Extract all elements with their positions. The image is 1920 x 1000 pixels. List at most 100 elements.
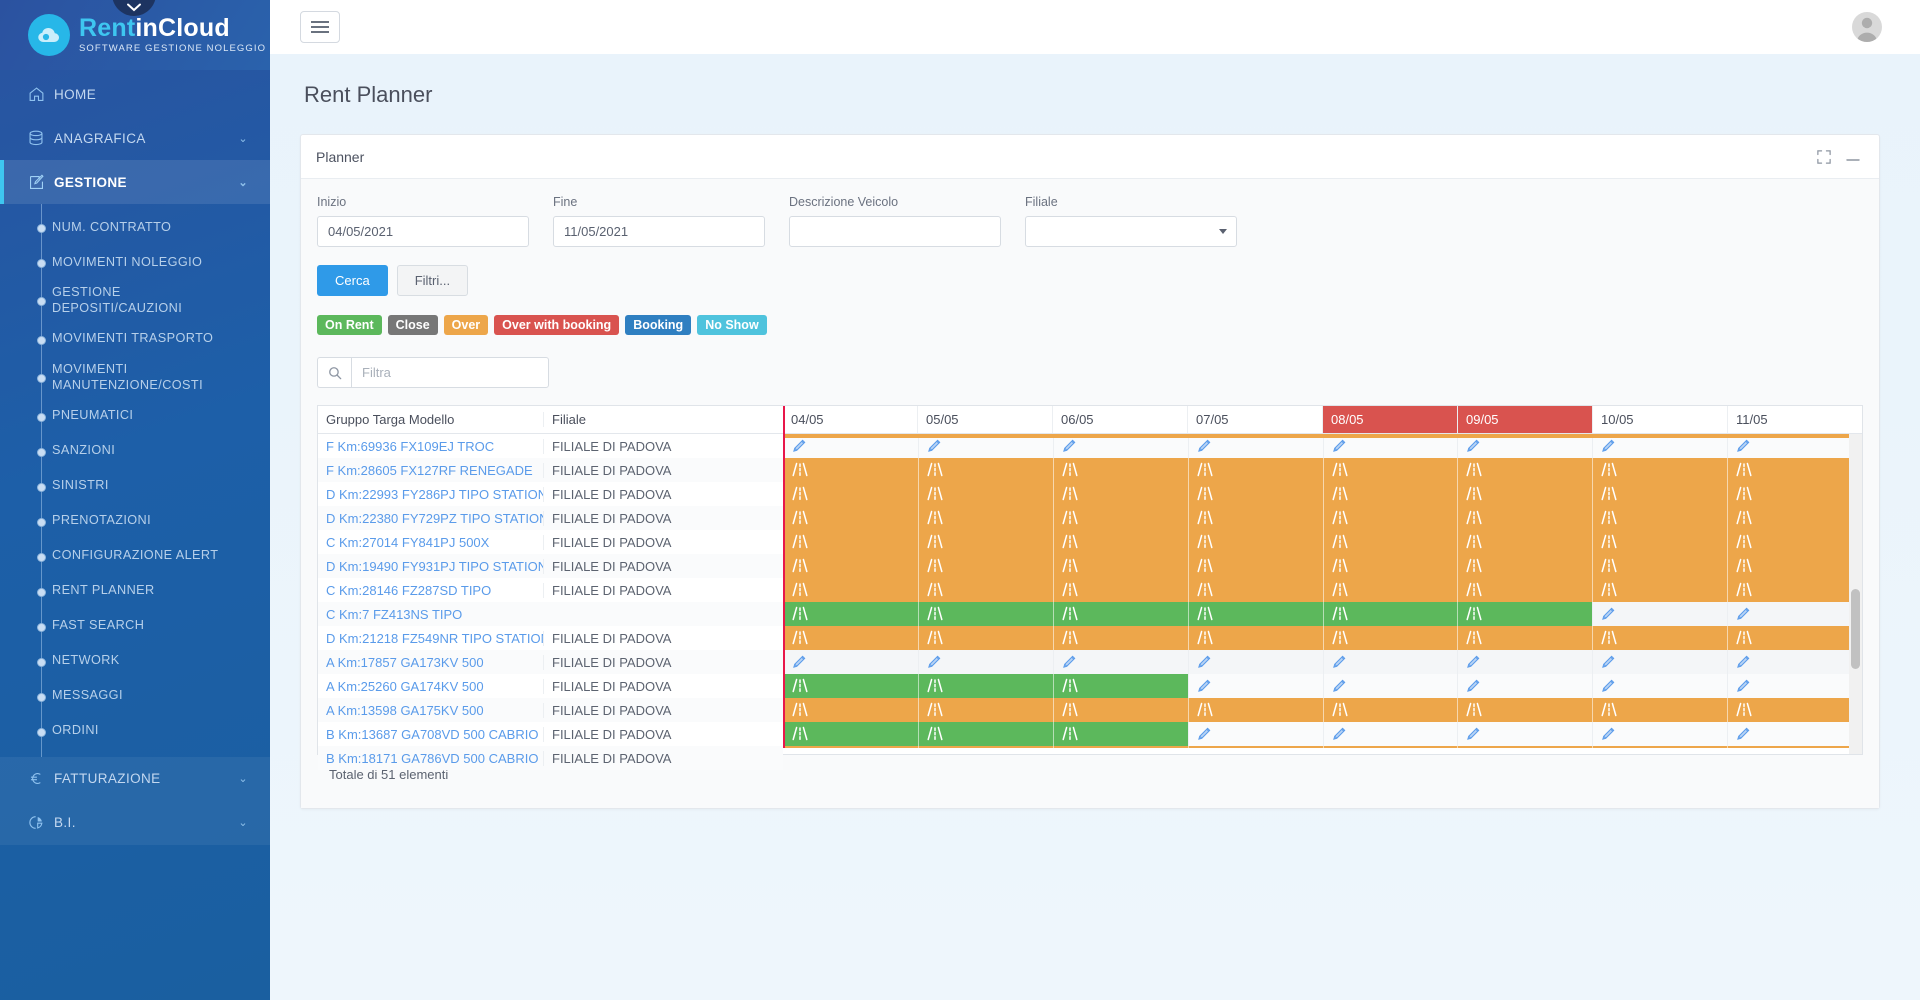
sidebar-item-movimenti-trasporto[interactable]: MOVIMENTI TRASPORTO bbox=[0, 322, 270, 357]
planner-cell-over[interactable] bbox=[917, 578, 1053, 602]
planner-cell-over[interactable] bbox=[1187, 554, 1323, 578]
pencil-icon[interactable] bbox=[1736, 654, 1751, 671]
row-model-link[interactable]: D Km:22993 FY286PJ TIPO STATION WAG bbox=[318, 487, 543, 502]
pencil-icon[interactable] bbox=[1601, 726, 1616, 743]
planner-cell-over[interactable] bbox=[1457, 578, 1593, 602]
sidebar-item-fatturazione[interactable]: FATTURAZIONE ⌄ bbox=[0, 756, 270, 801]
planner-cell-over[interactable] bbox=[1592, 506, 1728, 530]
avatar[interactable] bbox=[1852, 12, 1882, 42]
sidebar-item-prenotazioni[interactable]: PRENOTAZIONI bbox=[0, 504, 270, 539]
row-model-link[interactable]: C Km:27014 FY841PJ 500X bbox=[318, 535, 543, 550]
row-model-link[interactable]: A Km:17857 GA173KV 500 bbox=[318, 655, 543, 670]
planner-cell-empty[interactable] bbox=[1322, 674, 1458, 698]
planner-cell-over[interactable] bbox=[1322, 458, 1458, 482]
planner-cell-over[interactable] bbox=[1592, 626, 1728, 650]
planner-cell-over[interactable] bbox=[1187, 458, 1323, 482]
planner-cell-onrent[interactable] bbox=[917, 722, 1053, 746]
planner-cell-empty[interactable] bbox=[1322, 650, 1458, 674]
planner-cell-empty[interactable] bbox=[783, 650, 918, 674]
planner-cell-onrent[interactable] bbox=[783, 602, 918, 626]
sidebar-item-ordini[interactable]: ORDINI bbox=[0, 714, 270, 749]
planner-cell-over[interactable] bbox=[1052, 698, 1188, 722]
planner-cell-over[interactable] bbox=[917, 506, 1053, 530]
planner-cell-over[interactable] bbox=[1457, 530, 1593, 554]
sidebar-item-sinistri[interactable]: SINISTRI bbox=[0, 469, 270, 504]
planner-cell-over[interactable] bbox=[1727, 554, 1862, 578]
sidebar-item-sanzioni[interactable]: SANZIONI bbox=[0, 434, 270, 469]
planner-cell-over[interactable] bbox=[917, 554, 1053, 578]
planner-cell-over[interactable] bbox=[1187, 530, 1323, 554]
planner-cell-over[interactable] bbox=[1592, 530, 1728, 554]
planner-cell-over[interactable] bbox=[1727, 626, 1862, 650]
planner-cell-empty[interactable] bbox=[1187, 674, 1323, 698]
planner-cell-over[interactable] bbox=[1052, 626, 1188, 650]
planner-cell-over[interactable] bbox=[917, 482, 1053, 506]
planner-cell-over[interactable] bbox=[1457, 458, 1593, 482]
planner-cell-over[interactable] bbox=[1322, 506, 1458, 530]
planner-cell-over[interactable] bbox=[1052, 530, 1188, 554]
planner-cell-over[interactable] bbox=[1457, 698, 1593, 722]
planner-cell-over[interactable] bbox=[1457, 482, 1593, 506]
legend-close[interactable]: Close bbox=[387, 315, 438, 335]
sidebar-item-home[interactable]: HOME bbox=[0, 72, 270, 116]
planner-cell-over[interactable] bbox=[783, 578, 918, 602]
pencil-icon[interactable] bbox=[1736, 726, 1751, 743]
planner-cell-over[interactable] bbox=[917, 530, 1053, 554]
planner-cell-empty[interactable] bbox=[1592, 602, 1728, 626]
pencil-icon[interactable] bbox=[1197, 678, 1212, 695]
sidebar-item-num-contratto[interactable]: NUM. CONTRATTO bbox=[0, 210, 270, 245]
fine-input[interactable] bbox=[553, 216, 765, 247]
planner-cell-over[interactable] bbox=[1727, 530, 1862, 554]
planner-cell-over[interactable] bbox=[1322, 626, 1458, 650]
planner-cell-empty[interactable] bbox=[1727, 650, 1862, 674]
planner-cell-empty[interactable] bbox=[1727, 602, 1862, 626]
planner-cell-over[interactable] bbox=[1052, 482, 1188, 506]
sidebar-item-messaggi[interactable]: MESSAGGI bbox=[0, 679, 270, 714]
expand-icon[interactable] bbox=[1817, 149, 1831, 164]
planner-cell-over[interactable] bbox=[1322, 530, 1458, 554]
planner-cell-over[interactable] bbox=[1592, 458, 1728, 482]
planner-cell-over[interactable] bbox=[783, 506, 918, 530]
minimize-icon[interactable] bbox=[1845, 150, 1861, 164]
planner-cell-over[interactable] bbox=[1727, 506, 1862, 530]
pencil-icon[interactable] bbox=[1736, 678, 1751, 695]
row-model-link[interactable]: D Km:22380 FY729PZ TIPO STATION WAG bbox=[318, 511, 543, 526]
legend-no-show[interactable]: No Show bbox=[697, 315, 767, 335]
planner-cell-over[interactable] bbox=[1187, 482, 1323, 506]
pencil-icon[interactable] bbox=[1736, 606, 1751, 623]
planner-cell-empty[interactable] bbox=[1457, 722, 1593, 746]
pencil-icon[interactable] bbox=[1736, 438, 1751, 455]
planner-cell-onrent[interactable] bbox=[783, 674, 918, 698]
sidebar-item-anagrafica[interactable]: ANAGRAFICA ⌄ bbox=[0, 116, 270, 160]
pencil-icon[interactable] bbox=[792, 438, 807, 455]
planner-cell-over[interactable] bbox=[1727, 578, 1862, 602]
row-model-link[interactable]: A Km:25260 GA174KV 500 bbox=[318, 679, 543, 694]
pencil-icon[interactable] bbox=[1466, 438, 1481, 455]
planner-cell-onrent[interactable] bbox=[917, 674, 1053, 698]
sidebar-item-configurazione-alert[interactable]: CONFIGURAZIONE ALERT bbox=[0, 539, 270, 574]
planner-cell-over[interactable] bbox=[917, 698, 1053, 722]
sidebar-item-movimenti-noleggio[interactable]: MOVIMENTI NOLEGGIO bbox=[0, 245, 270, 280]
legend-booking[interactable]: Booking bbox=[625, 315, 692, 335]
planner-cell-over[interactable] bbox=[1457, 554, 1593, 578]
planner-cell-onrent[interactable] bbox=[1322, 602, 1458, 626]
row-model-link[interactable]: B Km:18171 GA786VD 500 CABRIO bbox=[318, 751, 543, 766]
planner-cell-over[interactable] bbox=[783, 530, 918, 554]
planner-cell-over[interactable] bbox=[783, 554, 918, 578]
legend-on-rent[interactable]: On Rent bbox=[317, 315, 382, 335]
row-model-link[interactable]: A Km:13598 GA175KV 500 bbox=[318, 703, 543, 718]
pencil-icon[interactable] bbox=[792, 654, 807, 671]
planner-cell-over[interactable] bbox=[1187, 578, 1323, 602]
pencil-icon[interactable] bbox=[927, 438, 942, 455]
pencil-icon[interactable] bbox=[1601, 438, 1616, 455]
planner-cell-onrent[interactable] bbox=[1187, 602, 1323, 626]
pencil-icon[interactable] bbox=[1062, 654, 1077, 671]
legend-over[interactable]: Over bbox=[443, 315, 489, 335]
planner-cell-over[interactable] bbox=[1187, 698, 1323, 722]
planner-cell-over[interactable] bbox=[783, 698, 918, 722]
planner-cell-onrent[interactable] bbox=[1052, 602, 1188, 626]
planner-cell-over[interactable] bbox=[1592, 482, 1728, 506]
planner-cell-empty[interactable] bbox=[1592, 674, 1728, 698]
planner-cell-over[interactable] bbox=[1052, 578, 1188, 602]
sidebar-item-movimenti-manutenzione[interactable]: MOVIMENTI MANUTENZIONE/COSTI bbox=[0, 357, 270, 399]
